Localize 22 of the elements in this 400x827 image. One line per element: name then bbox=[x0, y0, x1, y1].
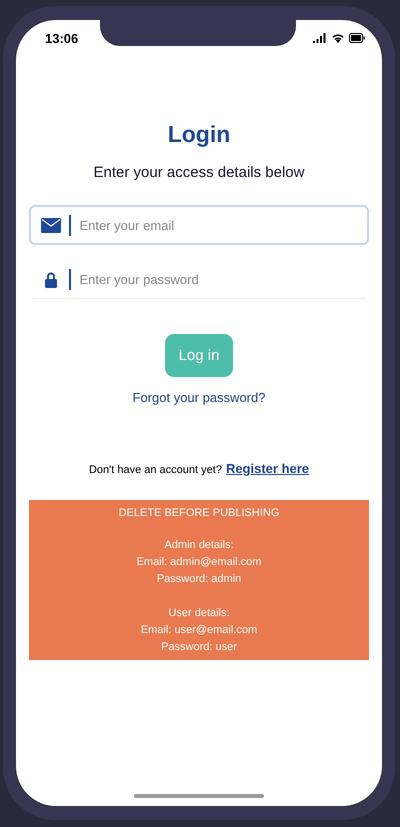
notice-text: Admin details: bbox=[163, 538, 235, 553]
subtitle-text: Enter your access details below bbox=[94, 164, 304, 181]
register-link[interactable]: Register here bbox=[226, 461, 310, 476]
signal-icon bbox=[313, 33, 327, 43]
status-time: 13:06 bbox=[45, 30, 78, 46]
forgot-password-link[interactable]: Forgot your password? bbox=[132, 390, 266, 405]
notice-text: Password: user bbox=[160, 640, 238, 655]
notice-heading: DELETE BEFORE PUBLISHING bbox=[118, 506, 280, 520]
input-field[interactable]: Enter your email bbox=[29, 205, 369, 245]
wifi-icon bbox=[331, 33, 345, 43]
register-prompt: Don't have an account yet? bbox=[88, 464, 222, 476]
envelope-icon bbox=[41, 218, 61, 232]
notice-text: Password: admin bbox=[156, 572, 242, 587]
notice-text: Email: user@email.com bbox=[140, 623, 258, 638]
input-field[interactable]: Enter your password bbox=[29, 259, 369, 299]
text-input[interactable]: Enter your email bbox=[80, 218, 357, 232]
text-input[interactable]: Enter your password bbox=[80, 272, 357, 287]
battery-icon bbox=[349, 33, 365, 43]
page-title: Login bbox=[168, 121, 230, 148]
notice-text: Email: admin@email.com bbox=[136, 555, 262, 570]
lock-icon bbox=[45, 272, 57, 288]
notice-text: User details: bbox=[167, 606, 231, 621]
